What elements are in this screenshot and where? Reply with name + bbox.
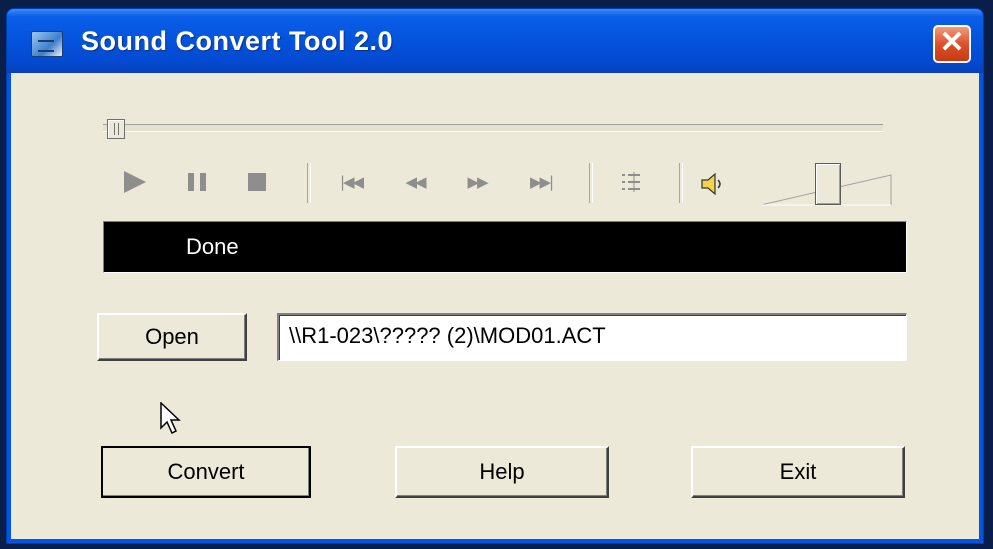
speaker-icon[interactable] [699, 171, 725, 197]
toolbar-separator [307, 163, 311, 203]
client-area: |◀◀ ◀◀ ▶▶ ▶▶| Done Open \\R1-023\????? (… [11, 73, 979, 539]
toolbar-separator [679, 163, 683, 203]
playlist-icon[interactable] [611, 167, 651, 197]
window-title: Sound Convert Tool 2.0 [81, 26, 394, 56]
toolbar-separator [589, 163, 593, 203]
skip-to-end-icon[interactable]: ▶▶| [521, 167, 561, 197]
title-bar[interactable]: Sound Convert Tool 2.0 ✕ [7, 9, 983, 73]
app-window: Sound Convert Tool 2.0 ✕ |◀◀ ◀◀ ▶▶ ▶▶| D… [6, 8, 984, 544]
file-path-field[interactable]: \\R1-023\????? (2)\MOD01.ACT [277, 313, 907, 361]
rewind-icon[interactable]: ◀◀ [395, 167, 435, 197]
status-display: Done [103, 221, 907, 273]
skip-to-start-icon[interactable]: |◀◀ [331, 167, 371, 197]
convert-button[interactable]: Convert [101, 446, 311, 498]
close-button[interactable]: ✕ [933, 25, 971, 63]
seek-track[interactable] [103, 124, 883, 132]
mouse-pointer-icon [160, 402, 181, 435]
fast-forward-icon[interactable]: ▶▶ [457, 167, 497, 197]
stop-icon[interactable] [237, 167, 277, 197]
volume-slider-thumb[interactable] [815, 163, 841, 205]
exit-button[interactable]: Exit [691, 446, 905, 498]
app-icon[interactable] [31, 31, 63, 57]
status-text: Done [186, 234, 239, 259]
pause-icon[interactable] [177, 167, 217, 197]
seek-thumb[interactable] [107, 119, 125, 139]
help-button[interactable]: Help [395, 446, 609, 498]
play-icon[interactable] [115, 167, 155, 197]
open-button[interactable]: Open [97, 313, 247, 361]
